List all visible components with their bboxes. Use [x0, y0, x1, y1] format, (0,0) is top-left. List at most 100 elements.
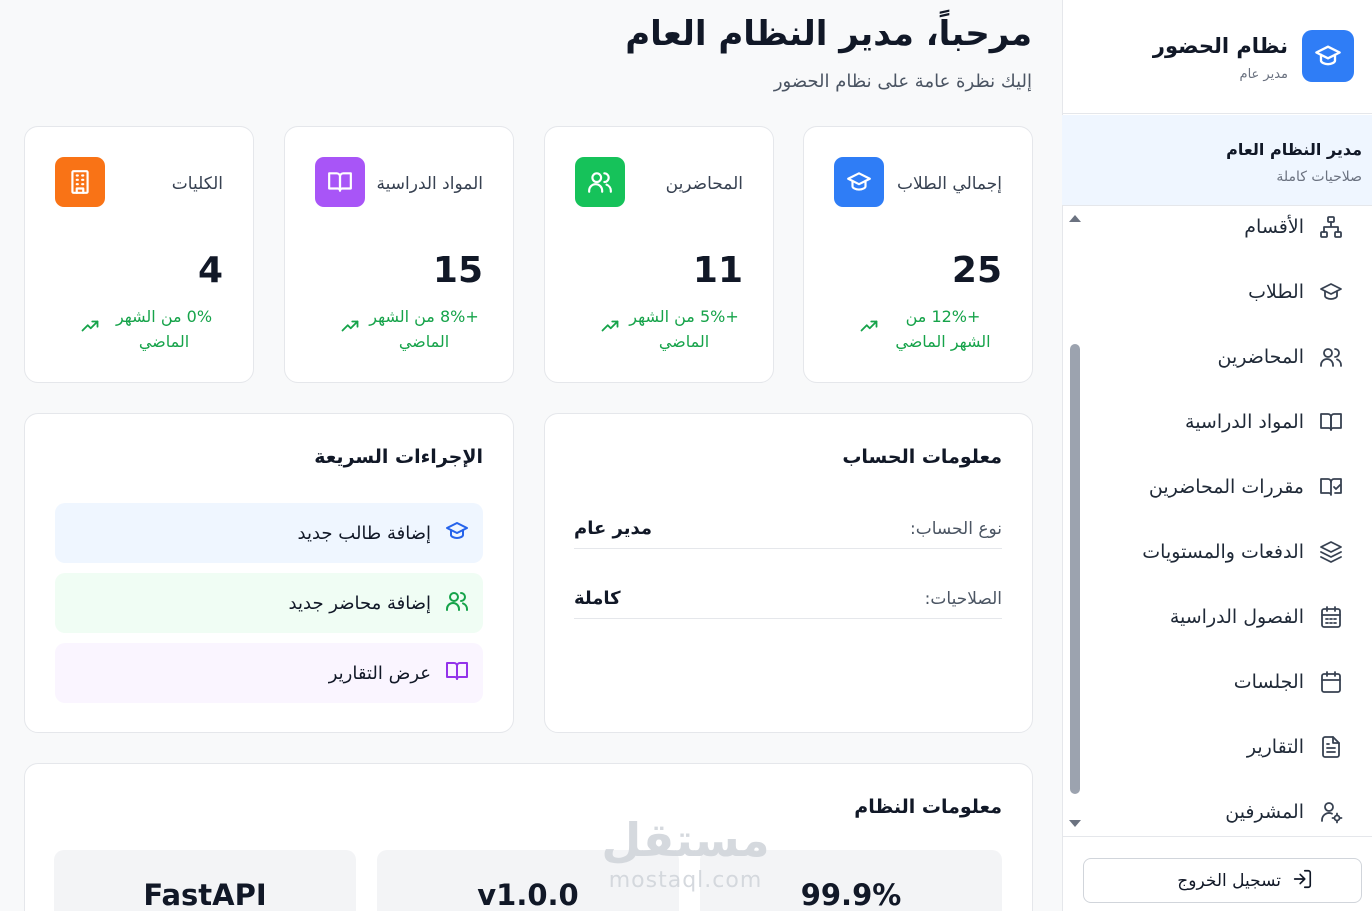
stat-card-subjects: المواد الدراسية 15 +8% من الشهر الماضي: [284, 126, 514, 383]
sidebar-item-reports[interactable]: التقارير: [1082, 724, 1372, 770]
main-content: مرحباً، مدير النظام العام إليك نظرة عامة…: [0, 0, 1062, 911]
version-tile: v1.0.0: [377, 850, 679, 911]
users-icon: [575, 157, 625, 207]
stat-value: 25: [951, 250, 1002, 291]
user-permissions: صلاحيات كاملة: [1276, 169, 1362, 185]
sidebar-item-label: الأقسام: [1244, 216, 1304, 238]
add-student-label: إضافة طالب جديد: [297, 522, 431, 544]
stat-label: إجمالي الطلاب: [897, 174, 1002, 194]
add-lecturer-button[interactable]: إضافة محاضر جديد: [55, 573, 483, 633]
sidebar-item-label: المحاضرين: [1217, 346, 1304, 368]
brand-header: نظام الحضور مدير عام: [1062, 0, 1372, 114]
hierarchy-icon: [1318, 214, 1344, 240]
logout-button[interactable]: تسجيل الخروج: [1083, 858, 1362, 903]
page-subtitle: إليك نظرة عامة على نظام الحضور: [773, 71, 1032, 92]
sidebar-item-lecturer-courses[interactable]: مقررات المحاضرين: [1082, 464, 1372, 510]
account-info-card: معلومات الحساب نوع الحساب: مدير عام الصل…: [544, 413, 1033, 733]
document-icon: [1318, 734, 1344, 760]
scroll-up-arrow-icon[interactable]: [1069, 215, 1081, 222]
graduation-cap-icon: [1318, 279, 1344, 305]
scroll-down-arrow-icon[interactable]: [1069, 820, 1081, 827]
stat-card-colleges: الكليات 4 0% من الشهر الماضي: [24, 126, 254, 383]
uptime-value: 99.9%: [800, 878, 902, 911]
account-type-label: نوع الحساب:: [909, 518, 1002, 539]
sidebar-item-label: المشرفين: [1225, 801, 1304, 823]
users-icon: [445, 589, 469, 617]
version-value: v1.0.0: [477, 878, 579, 911]
sidebar-item-departments[interactable]: الأقسام: [1082, 207, 1372, 250]
stat-trend: +5% من الشهر الماضي: [601, 304, 743, 354]
sidebar-item-label: الجلسات: [1233, 671, 1304, 693]
calendar-grid-icon: [1318, 604, 1344, 630]
page-title: مرحباً، مدير النظام العام: [625, 14, 1032, 54]
sidebar-item-students[interactable]: الطلاب: [1082, 269, 1372, 315]
sidebar-item-label: مقررات المحاضرين: [1148, 476, 1304, 498]
building-icon: [55, 157, 105, 207]
stat-trend-text: +5% من الشهر الماضي: [629, 307, 739, 351]
sidebar: نظام الحضور مدير عام مدير النظام العام ص…: [1062, 0, 1372, 911]
sidebar-item-label: المواد الدراسية: [1185, 411, 1304, 433]
sidebar-nav: الأقسام الطلاب المحاضرين المواد الدراسية…: [1062, 207, 1372, 835]
trending-up-icon: [341, 318, 359, 337]
framework-tile: FastAPI: [54, 850, 356, 911]
sidebar-item-label: الفصول الدراسية: [1169, 606, 1304, 628]
sidebar-item-label: التقارير: [1246, 736, 1304, 758]
users-icon: [1318, 344, 1344, 370]
stat-label: الكليات: [171, 174, 223, 194]
graduation-cap-icon: [834, 157, 884, 207]
account-type-row: نوع الحساب: مدير عام: [574, 509, 1002, 549]
graduation-cap-icon: [445, 519, 469, 547]
sidebar-item-semesters[interactable]: الفصول الدراسية: [1082, 594, 1372, 640]
scrollbar-thumb[interactable]: [1070, 344, 1080, 794]
stat-card-lecturers: المحاضرين 11 +5% من الشهر الماضي: [544, 126, 774, 383]
brand-subtitle: مدير عام: [1239, 67, 1288, 82]
sidebar-item-sessions[interactable]: الجلسات: [1082, 659, 1372, 705]
quick-actions-title: الإجراءات السريعة: [314, 446, 483, 468]
book-check-icon: [1318, 474, 1344, 500]
trending-up-icon: [81, 318, 99, 337]
view-reports-button[interactable]: عرض التقارير: [55, 643, 483, 703]
logout-area: تسجيل الخروج: [1062, 836, 1372, 911]
add-lecturer-label: إضافة محاضر جديد: [288, 592, 431, 614]
stat-trend-text: +12% من الشهر الماضي: [895, 307, 991, 351]
layers-icon: [1318, 539, 1344, 565]
stat-trend-text: 0% من الشهر الماضي: [115, 307, 213, 351]
permissions-value: كاملة: [574, 588, 621, 609]
book-open-icon: [1318, 409, 1344, 435]
account-info-title: معلومات الحساب: [842, 446, 1002, 468]
graduation-cap-icon: [1302, 30, 1354, 82]
stat-trend: 0% من الشهر الماضي: [81, 304, 223, 354]
uptime-tile: 99.9%: [700, 850, 1002, 911]
quick-actions-card: الإجراءات السريعة إضافة طالب جديد إضافة …: [24, 413, 514, 733]
stat-label: المحاضرين: [665, 174, 743, 194]
book-open-icon: [315, 157, 365, 207]
stat-label: المواد الدراسية: [376, 174, 483, 194]
logout-icon: [1291, 868, 1313, 894]
sidebar-item-label: الطلاب: [1248, 281, 1304, 303]
sidebar-scrollbar[interactable]: [1065, 207, 1081, 835]
add-student-button[interactable]: إضافة طالب جديد: [55, 503, 483, 563]
account-type-value: مدير عام: [574, 518, 653, 539]
user-name: مدير النظام العام: [1226, 140, 1362, 159]
view-reports-label: عرض التقارير: [328, 662, 431, 684]
system-info-card: معلومات النظام 99.9% v1.0.0 FastAPI: [24, 763, 1033, 911]
trending-up-icon: [860, 318, 878, 337]
sidebar-item-label: الدفعات والمستويات: [1142, 541, 1304, 563]
system-info-title: معلومات النظام: [854, 796, 1002, 818]
sidebar-item-supervisors[interactable]: المشرفين: [1082, 789, 1372, 835]
permissions-label: الصلاحيات:: [924, 588, 1002, 609]
stat-trend: +8% من الشهر الماضي: [341, 304, 483, 354]
current-user-panel: مدير النظام العام صلاحيات كاملة: [1062, 115, 1372, 206]
framework-value: FastAPI: [143, 878, 267, 911]
stat-value: 4: [197, 250, 223, 291]
brand-title: نظام الحضور: [1152, 34, 1288, 58]
sidebar-item-batches-levels[interactable]: الدفعات والمستويات: [1082, 529, 1372, 575]
stat-trend-text: +8% من الشهر الماضي: [369, 307, 479, 351]
calendar-icon: [1318, 669, 1344, 695]
user-gear-icon: [1318, 799, 1344, 825]
sidebar-item-lecturers[interactable]: المحاضرين: [1082, 334, 1372, 380]
book-open-icon: [445, 659, 469, 687]
stat-value: 11: [692, 250, 743, 291]
trending-up-icon: [601, 318, 619, 337]
sidebar-item-subjects[interactable]: المواد الدراسية: [1082, 399, 1372, 445]
